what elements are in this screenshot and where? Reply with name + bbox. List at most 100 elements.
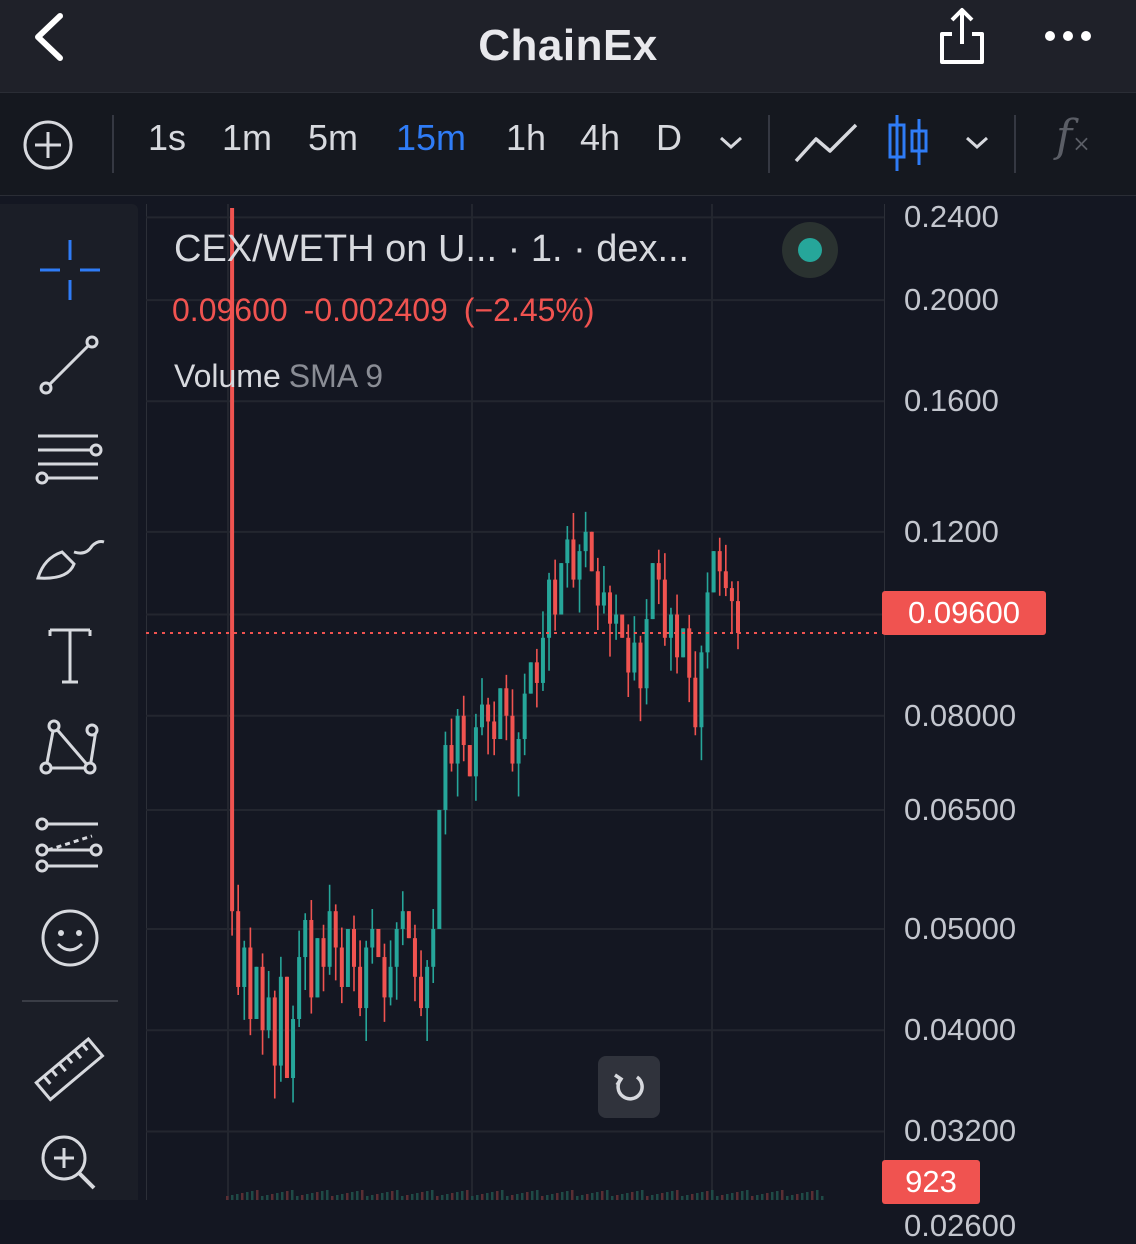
volume-bar — [821, 1196, 824, 1200]
price-chart[interactable] — [146, 204, 884, 1200]
tools-divider — [22, 1000, 118, 1002]
volume-bar — [731, 1193, 734, 1200]
candle-body — [632, 642, 637, 673]
timeframe-1m[interactable]: 1m — [222, 117, 272, 159]
candlestick-icon[interactable] — [886, 113, 930, 173]
forecast-icon[interactable] — [30, 810, 110, 890]
candle-body — [376, 928, 381, 958]
candle-body — [437, 809, 442, 929]
candle-body — [461, 715, 466, 746]
volume-bar — [636, 1191, 639, 1200]
drawing-tools-panel — [0, 204, 138, 1200]
volume-bar — [676, 1190, 679, 1200]
volume-bar — [526, 1192, 529, 1200]
zoom-in-icon[interactable] — [30, 1126, 110, 1206]
volume-bar — [706, 1191, 709, 1200]
volume-bar — [776, 1191, 779, 1200]
volume-bar — [806, 1192, 809, 1200]
volume-bar — [436, 1196, 439, 1200]
text-icon[interactable] — [30, 618, 110, 698]
candle-body — [711, 551, 716, 593]
volume-bar — [796, 1194, 799, 1200]
candle-body — [455, 715, 460, 764]
volume-bar — [231, 1195, 234, 1200]
volume-bar — [361, 1190, 364, 1200]
price-tick-label: 0.05000 — [904, 910, 1017, 946]
chart-toolbar: 1s 1m 5m 15m 1h 4h D f× — [0, 92, 1136, 196]
timeframe-1h[interactable]: 1h — [506, 117, 546, 159]
volume-bar — [451, 1193, 454, 1200]
volume-bar — [271, 1194, 274, 1200]
plus-circle-icon[interactable] — [22, 119, 74, 171]
fx-icon[interactable]: f× — [1056, 111, 1091, 162]
chevron-down-icon[interactable] — [716, 133, 746, 153]
candle-body — [370, 928, 375, 948]
reset-button[interactable] — [598, 1056, 660, 1118]
volume-bar — [236, 1194, 239, 1200]
candle-body — [589, 531, 594, 572]
timeframe-15m[interactable]: 15m — [396, 117, 466, 159]
smiley-icon[interactable] — [30, 906, 110, 986]
timeframe-5m[interactable]: 5m — [308, 117, 358, 159]
timeframe-4h[interactable]: 4h — [580, 117, 620, 159]
app-title: ChainEx — [478, 21, 658, 70]
volume-bar — [626, 1193, 629, 1200]
candle-body — [595, 571, 600, 606]
volume-bar — [246, 1192, 249, 1200]
pattern-icon[interactable] — [30, 714, 110, 794]
volume-bar — [491, 1192, 494, 1200]
volume-bar — [686, 1195, 689, 1200]
candle-body — [528, 662, 533, 694]
market-status[interactable] — [782, 222, 838, 278]
volume-bar — [401, 1196, 404, 1200]
toolbar-divider — [1014, 115, 1016, 173]
crosshair-icon[interactable] — [30, 234, 110, 314]
candle-body — [480, 704, 484, 728]
price-tick-label: 0.1600 — [904, 383, 999, 419]
chevron-down-icon[interactable] — [962, 133, 992, 153]
candle-body — [553, 579, 558, 615]
volume-bar — [421, 1192, 424, 1200]
line-chart-icon[interactable] — [794, 119, 858, 169]
brush-icon[interactable] — [30, 522, 110, 602]
volume-bar — [381, 1193, 384, 1200]
symbol-legend[interactable]: CEX/WETH on U... · 1. · dex... — [174, 228, 689, 271]
more-horizontal-icon[interactable] — [1040, 18, 1096, 54]
volume-bar — [426, 1191, 429, 1200]
volume-bar — [321, 1191, 324, 1200]
horizontal-lines-icon[interactable] — [30, 426, 110, 506]
candle-body — [284, 976, 289, 1079]
volume-bar — [406, 1195, 409, 1200]
volume-bar — [266, 1195, 269, 1200]
volume-bar — [376, 1194, 379, 1200]
candle-body — [614, 614, 619, 624]
timeframe-d[interactable]: D — [656, 117, 682, 159]
candle-body — [620, 614, 625, 638]
timeframe-1s[interactable]: 1s — [148, 117, 186, 159]
candle-body — [638, 642, 643, 689]
volume-bar — [296, 1196, 299, 1200]
volume-bar — [701, 1192, 704, 1200]
trend-line-icon[interactable] — [30, 330, 110, 410]
volume-bar — [661, 1193, 664, 1200]
candle-body — [272, 997, 277, 1066]
volume-bar — [226, 1196, 229, 1200]
volume-bar — [446, 1194, 449, 1200]
ruler-icon[interactable] — [30, 1030, 110, 1110]
volume-bar — [511, 1195, 514, 1200]
volume-bar — [326, 1190, 329, 1200]
volume-bar — [761, 1194, 764, 1200]
candle-body — [565, 539, 570, 564]
price-tick-label: 0.02600 — [904, 1207, 1017, 1243]
share-icon[interactable] — [934, 4, 990, 68]
volume-bar — [611, 1196, 614, 1200]
candle-body — [540, 637, 545, 683]
volume-bar — [281, 1192, 284, 1200]
volume-legend[interactable]: Volume SMA 9 — [174, 358, 383, 395]
candle-body — [278, 976, 283, 1066]
volume-bar — [781, 1190, 784, 1200]
volume-bar — [646, 1196, 649, 1200]
candle-body — [266, 997, 271, 1031]
volume-bar — [556, 1193, 559, 1200]
chevron-left-icon[interactable] — [30, 12, 80, 62]
